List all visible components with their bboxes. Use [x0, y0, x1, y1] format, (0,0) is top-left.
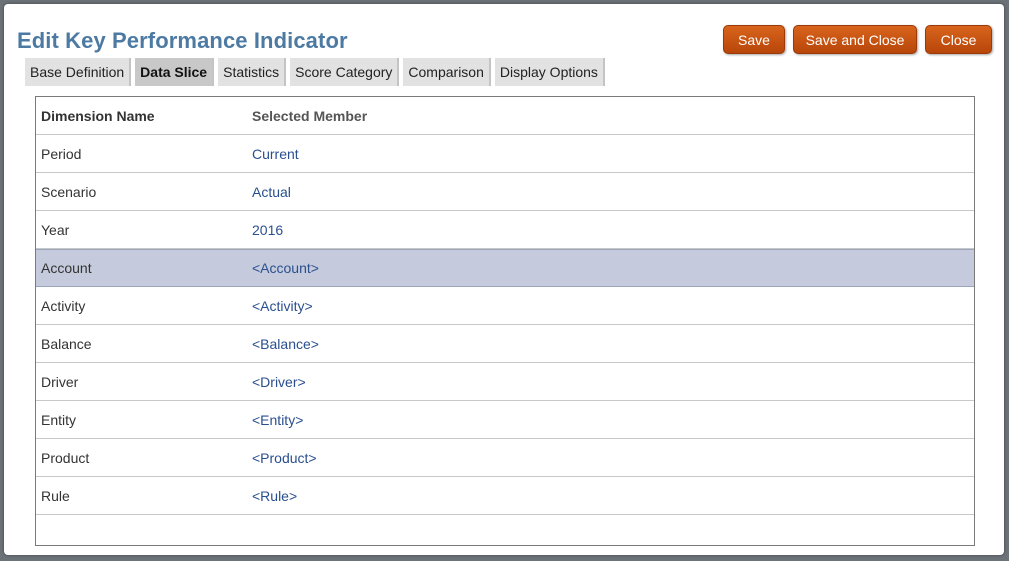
- table-row-entity[interactable]: Entity <Entity>: [36, 401, 974, 439]
- selected-member-link[interactable]: <Balance>: [246, 336, 319, 352]
- table-row-scenario[interactable]: Scenario Actual: [36, 173, 974, 211]
- selected-member-link[interactable]: Actual: [246, 184, 291, 200]
- table-row-rule[interactable]: Rule <Rule>: [36, 477, 974, 515]
- dimension-name: Entity: [41, 411, 77, 428]
- save-and-close-button[interactable]: Save and Close: [793, 25, 917, 54]
- selected-member-link[interactable]: <Entity>: [246, 412, 303, 428]
- selected-member-link[interactable]: 2016: [246, 222, 283, 238]
- dimension-name: Product: [41, 449, 90, 466]
- dimension-name: Year: [41, 221, 70, 238]
- table-row-period[interactable]: Period Current: [36, 135, 974, 173]
- table-row-year[interactable]: Year 2016: [36, 211, 974, 249]
- tab-data-slice[interactable]: Data Slice: [135, 58, 215, 86]
- dimension-grid: Dimension Name Selected Member Period Cu…: [35, 96, 975, 546]
- table-row-account[interactable]: Account <Account>: [36, 249, 974, 287]
- header-selected-member: Selected Member: [252, 107, 368, 124]
- dimension-name: Balance: [41, 335, 92, 352]
- dimension-name: Account: [41, 260, 92, 276]
- tab-bar: Base Definition Data Slice Statistics Sc…: [25, 58, 605, 86]
- table-row-activity[interactable]: Activity <Activity>: [36, 287, 974, 325]
- edit-kpi-dialog: Edit Key Performance Indicator Save Save…: [4, 4, 1004, 555]
- tab-display-options[interactable]: Display Options: [494, 58, 605, 86]
- table-row-balance[interactable]: Balance <Balance>: [36, 325, 974, 363]
- table-row-driver[interactable]: Driver <Driver>: [36, 363, 974, 401]
- save-button[interactable]: Save: [723, 25, 785, 54]
- selected-member-link[interactable]: <Activity>: [246, 298, 313, 314]
- dimension-name: Driver: [41, 373, 79, 390]
- dimension-name: Period: [41, 145, 82, 162]
- tab-statistics[interactable]: Statistics: [218, 58, 287, 86]
- dialog-title: Edit Key Performance Indicator: [17, 28, 348, 53]
- selected-member-link[interactable]: <Rule>: [246, 488, 297, 504]
- selected-member-link[interactable]: <Account>: [246, 260, 319, 276]
- tab-score-category[interactable]: Score Category: [290, 58, 400, 86]
- header-dimension-name: Dimension Name: [41, 107, 155, 124]
- grid-header: Dimension Name Selected Member: [36, 97, 974, 135]
- table-row-product[interactable]: Product <Product>: [36, 439, 974, 477]
- dimension-name: Rule: [41, 487, 70, 504]
- dimension-name: Activity: [41, 297, 86, 314]
- close-button[interactable]: Close: [925, 25, 992, 54]
- selected-member-link[interactable]: Current: [246, 146, 299, 162]
- selected-member-link[interactable]: <Driver>: [246, 374, 306, 390]
- dimension-name: Scenario: [41, 183, 97, 200]
- tab-base-definition[interactable]: Base Definition: [25, 58, 132, 86]
- selected-member-link[interactable]: <Product>: [246, 450, 317, 466]
- tab-comparison[interactable]: Comparison: [403, 58, 491, 86]
